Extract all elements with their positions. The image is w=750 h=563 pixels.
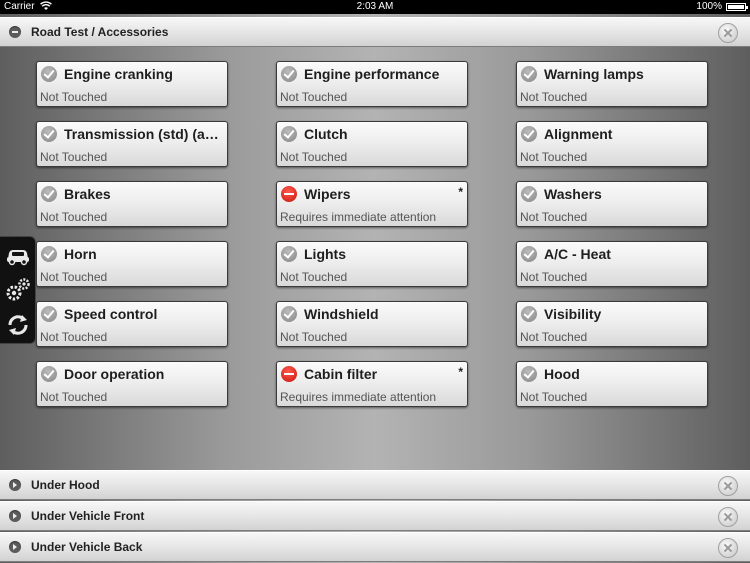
car-icon[interactable] [3, 240, 33, 270]
item-state: Not Touched [520, 210, 588, 224]
checklist-item-card[interactable]: Cabin filter Requires immediate attention… [276, 361, 468, 407]
checkmark-icon [281, 126, 297, 142]
item-state: Not Touched [280, 150, 348, 164]
item-name: Transmission (std) (a… [64, 126, 219, 142]
item-name: Windshield [304, 306, 379, 322]
checklist-item-card[interactable]: Brakes Not Touched [36, 181, 228, 227]
item-name: Cabin filter [304, 366, 378, 382]
checkmark-icon [521, 66, 537, 82]
expand-icon[interactable] [9, 510, 21, 522]
expand-icon[interactable] [9, 541, 21, 553]
checkmark-icon [41, 66, 57, 82]
item-state: Not Touched [520, 270, 588, 284]
checklist-item-card[interactable]: Visibility Not Touched [516, 301, 708, 347]
checkmark-icon [41, 246, 57, 262]
inspection-panel: Road Test / Accessories Engine cranking N… [0, 14, 750, 563]
item-state: Not Touched [280, 330, 348, 344]
note-flag: * [458, 185, 463, 199]
item-state: Not Touched [40, 210, 108, 224]
section-header-under-vehicle-back[interactable]: Under Vehicle Back [0, 532, 750, 562]
item-name: Warning lamps [544, 66, 644, 82]
checklist-item-card[interactable]: Lights Not Touched [276, 241, 468, 287]
item-name: Visibility [544, 306, 602, 322]
checkmark-icon [41, 306, 57, 322]
item-name: Engine cranking [64, 66, 173, 82]
checkmark-icon [281, 246, 297, 262]
checkmark-icon [41, 366, 57, 382]
clock: 2:03 AM [356, 1, 394, 12]
section-header-under-hood[interactable]: Under Hood [0, 470, 750, 500]
checkmark-icon [521, 246, 537, 262]
attention-icon [281, 186, 297, 202]
checkmark-icon [41, 126, 57, 142]
item-name: Engine performance [304, 66, 440, 82]
item-state: Not Touched [520, 390, 588, 404]
section-title: Under Hood [31, 478, 100, 492]
battery-percent: 100% [696, 1, 722, 12]
checklist-item-card[interactable]: Warning lamps Not Touched [516, 61, 708, 107]
item-name: Brakes [64, 186, 111, 202]
checkmark-icon [281, 306, 297, 322]
checklist-item-card[interactable]: Windshield Not Touched [276, 301, 468, 347]
section-title: Under Vehicle Back [31, 540, 143, 554]
checklist-item-card[interactable]: Speed control Not Touched [36, 301, 228, 347]
item-name: Lights [304, 246, 346, 262]
item-state: Requires immediate attention [280, 390, 437, 404]
item-state: Not Touched [520, 150, 588, 164]
item-state: Not Touched [520, 330, 588, 344]
checklist-item-card[interactable]: Wipers Requires immediate attention * [276, 181, 468, 227]
section-title: Road Test / Accessories [31, 25, 169, 39]
section-header-under-vehicle-front[interactable]: Under Vehicle Front [0, 501, 750, 531]
refresh-icon[interactable] [3, 310, 33, 340]
checklist-item-card[interactable]: Horn Not Touched [36, 241, 228, 287]
gears-icon[interactable] [3, 275, 33, 305]
section-title: Under Vehicle Front [31, 509, 145, 523]
item-name: Door operation [64, 366, 165, 382]
attention-icon [281, 366, 297, 382]
checklist-item-card[interactable]: Engine performance Not Touched [276, 61, 468, 107]
item-state: Not Touched [280, 270, 348, 284]
close-icon[interactable] [718, 538, 738, 558]
checkmark-icon [521, 366, 537, 382]
close-icon[interactable] [718, 476, 738, 496]
item-state: Not Touched [40, 150, 108, 164]
item-name: Speed control [64, 306, 158, 322]
item-state: Not Touched [40, 330, 108, 344]
item-name: Clutch [304, 126, 348, 142]
item-name: Alignment [544, 126, 613, 142]
checkmark-icon [521, 306, 537, 322]
item-state: Not Touched [280, 90, 348, 104]
checklist-item-card[interactable]: Door operation Not Touched [36, 361, 228, 407]
side-toolbar [0, 236, 36, 344]
checklist-item-card[interactable]: Engine cranking Not Touched [36, 61, 228, 107]
checklist-item-card[interactable]: Washers Not Touched [516, 181, 708, 227]
checkmark-icon [41, 186, 57, 202]
checkmark-icon [521, 126, 537, 142]
checkmark-icon [521, 186, 537, 202]
checklist-item-card[interactable]: Alignment Not Touched [516, 121, 708, 167]
item-name: A/C - Heat [544, 246, 611, 262]
item-state: Not Touched [40, 270, 108, 284]
status-bar: Carrier 2:03 AM 100% [0, 0, 750, 14]
checklist-item-card[interactable]: Hood Not Touched [516, 361, 708, 407]
item-name: Washers [544, 186, 602, 202]
item-state: Not Touched [520, 90, 588, 104]
close-icon[interactable] [718, 23, 738, 43]
collapse-icon[interactable] [9, 26, 21, 38]
item-name: Wipers [304, 186, 351, 202]
battery-icon [726, 3, 748, 11]
checklist-item-card[interactable]: Transmission (std) (a… Not Touched [36, 121, 228, 167]
note-flag: * [458, 365, 463, 379]
item-state: Not Touched [40, 390, 108, 404]
checklist-item-card[interactable]: A/C - Heat Not Touched [516, 241, 708, 287]
checklist-item-card[interactable]: Clutch Not Touched [276, 121, 468, 167]
checkmark-icon [281, 66, 297, 82]
item-state: Requires immediate attention [280, 210, 437, 224]
item-name: Hood [544, 366, 580, 382]
section-header-road-test[interactable]: Road Test / Accessories [0, 17, 750, 47]
expand-icon[interactable] [9, 479, 21, 491]
item-state: Not Touched [40, 90, 108, 104]
close-icon[interactable] [718, 507, 738, 527]
item-name: Horn [64, 246, 97, 262]
